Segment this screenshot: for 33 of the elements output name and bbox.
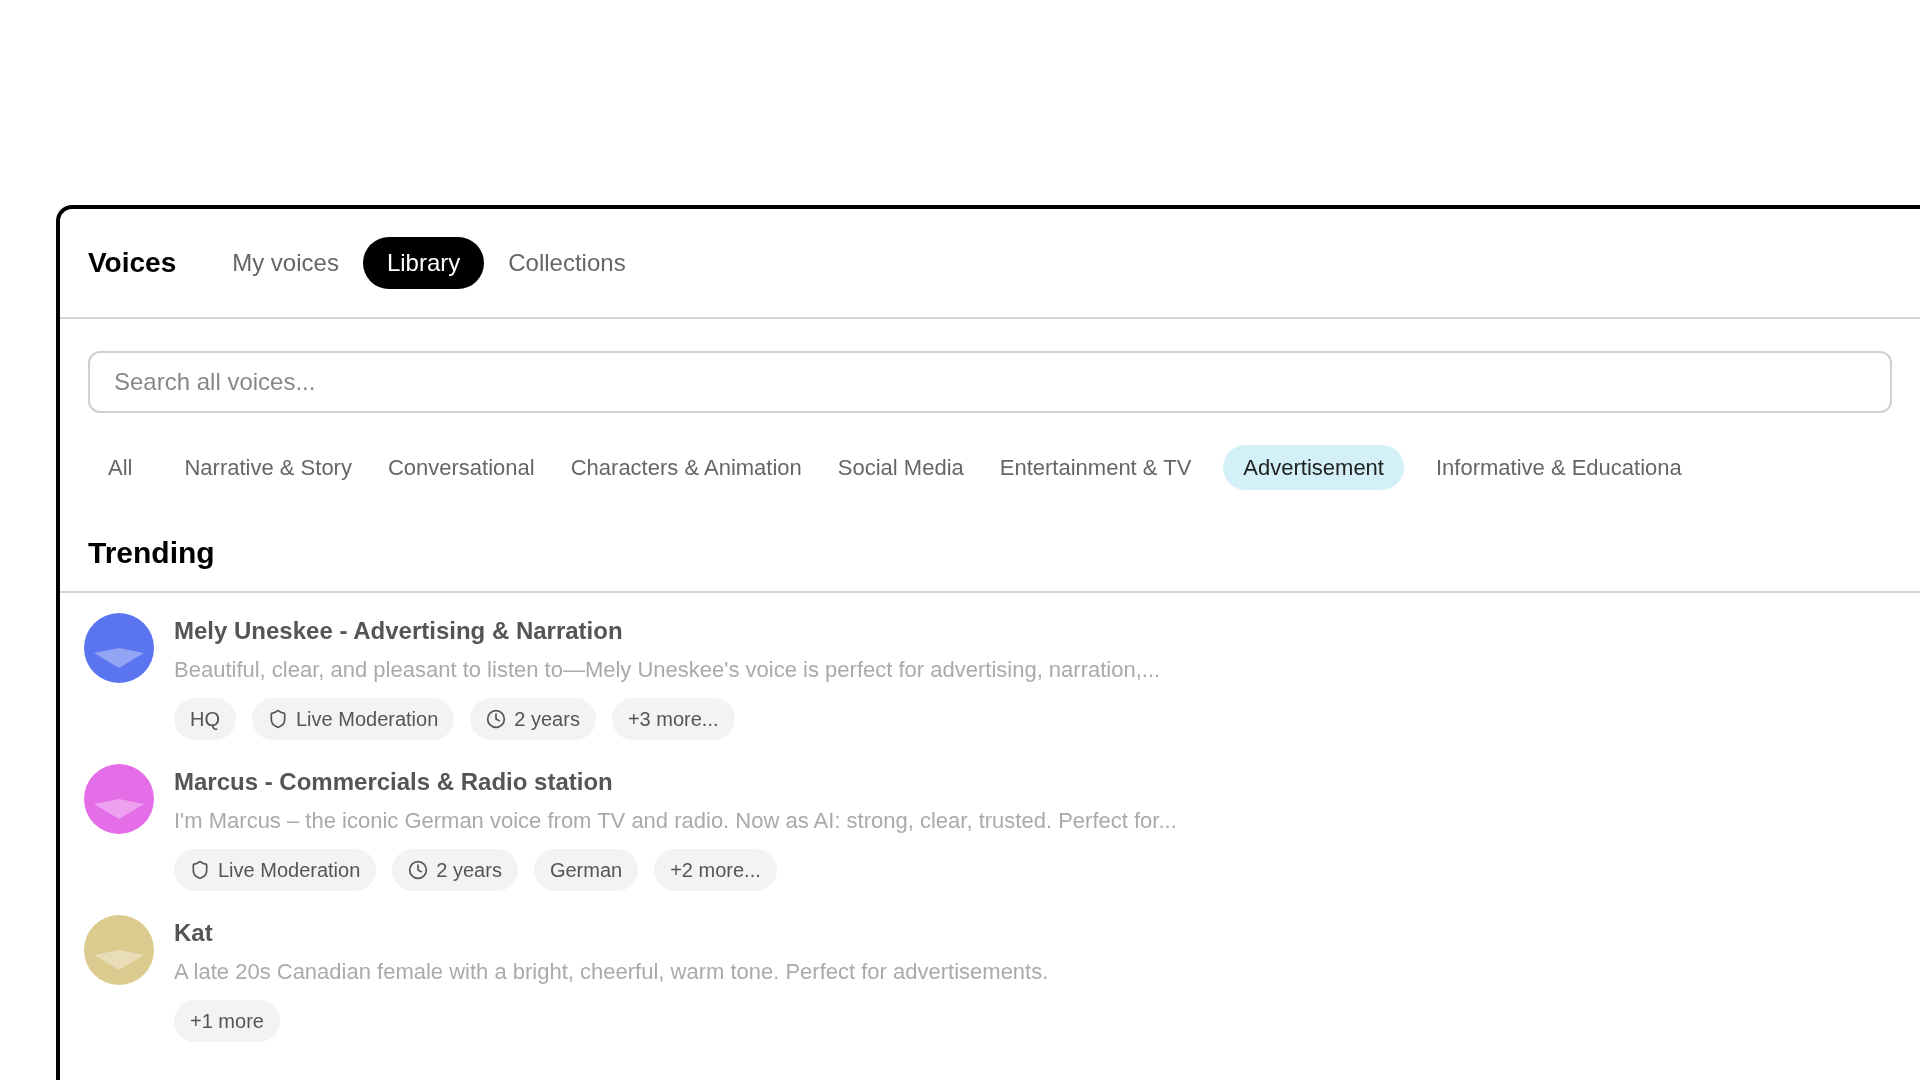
category-chip[interactable]: Informative & Educationa: [1431, 445, 1686, 490]
tag-label: 2 years: [436, 858, 502, 883]
clock-icon: [486, 709, 507, 729]
tag-label: +2 more...: [670, 858, 761, 883]
tag-label: +3 more...: [627, 707, 719, 732]
shield-icon: [268, 709, 288, 729]
nav-tab[interactable]: Collections: [500, 237, 634, 289]
category-chip[interactable]: Social Media: [833, 445, 968, 490]
tag-label: Live Moderation: [218, 858, 361, 883]
tag-label: +1 more: [190, 1009, 264, 1034]
search-field[interactable]: Search all voices...: [88, 351, 1892, 413]
tag-label: German: [549, 858, 623, 883]
voice-name: Marcus - Commercials & Radio station: [174, 767, 614, 797]
category-chip[interactable]: Conversational: [383, 445, 539, 490]
category-chip[interactable]: Characters & Animation: [566, 445, 806, 490]
voice-name: Kat: [174, 918, 214, 948]
voice-description: Beautiful, clear, and pleasant to listen to—Mely Uneskee's voice is perfect for advertising, narration,...: [174, 656, 1161, 684]
category-chip[interactable]: Narrative & Story: [180, 445, 356, 490]
tag-label: HQ: [190, 707, 220, 732]
nav-tab[interactable]: Library: [362, 237, 485, 289]
voice-description: A late 20s Canadian female with a bright, cheerful, warm tone. Perfect for advertisements.: [174, 958, 1049, 986]
section-title: Trending: [60, 490, 1920, 593]
page-title: Voices: [88, 246, 177, 280]
category-chip[interactable]: All: [88, 445, 153, 490]
tag-label: Live Moderation: [296, 707, 439, 732]
shield-icon: [190, 860, 210, 880]
nav-tab[interactable]: My voices: [224, 237, 347, 289]
clock-icon: [408, 860, 429, 880]
category-chip[interactable]: Advertisement: [1223, 445, 1404, 490]
tag-label: 2 years: [514, 707, 580, 732]
voice-name: Mely Uneskee - Advertising & Narration: [174, 616, 624, 646]
voice-description: I'm Marcus – the iconic German voice from TV and radio. Now as AI: strong, clear, trusted. Perfect for...: [174, 807, 1177, 835]
category-chip[interactable]: Entertainment & TV: [995, 445, 1196, 490]
